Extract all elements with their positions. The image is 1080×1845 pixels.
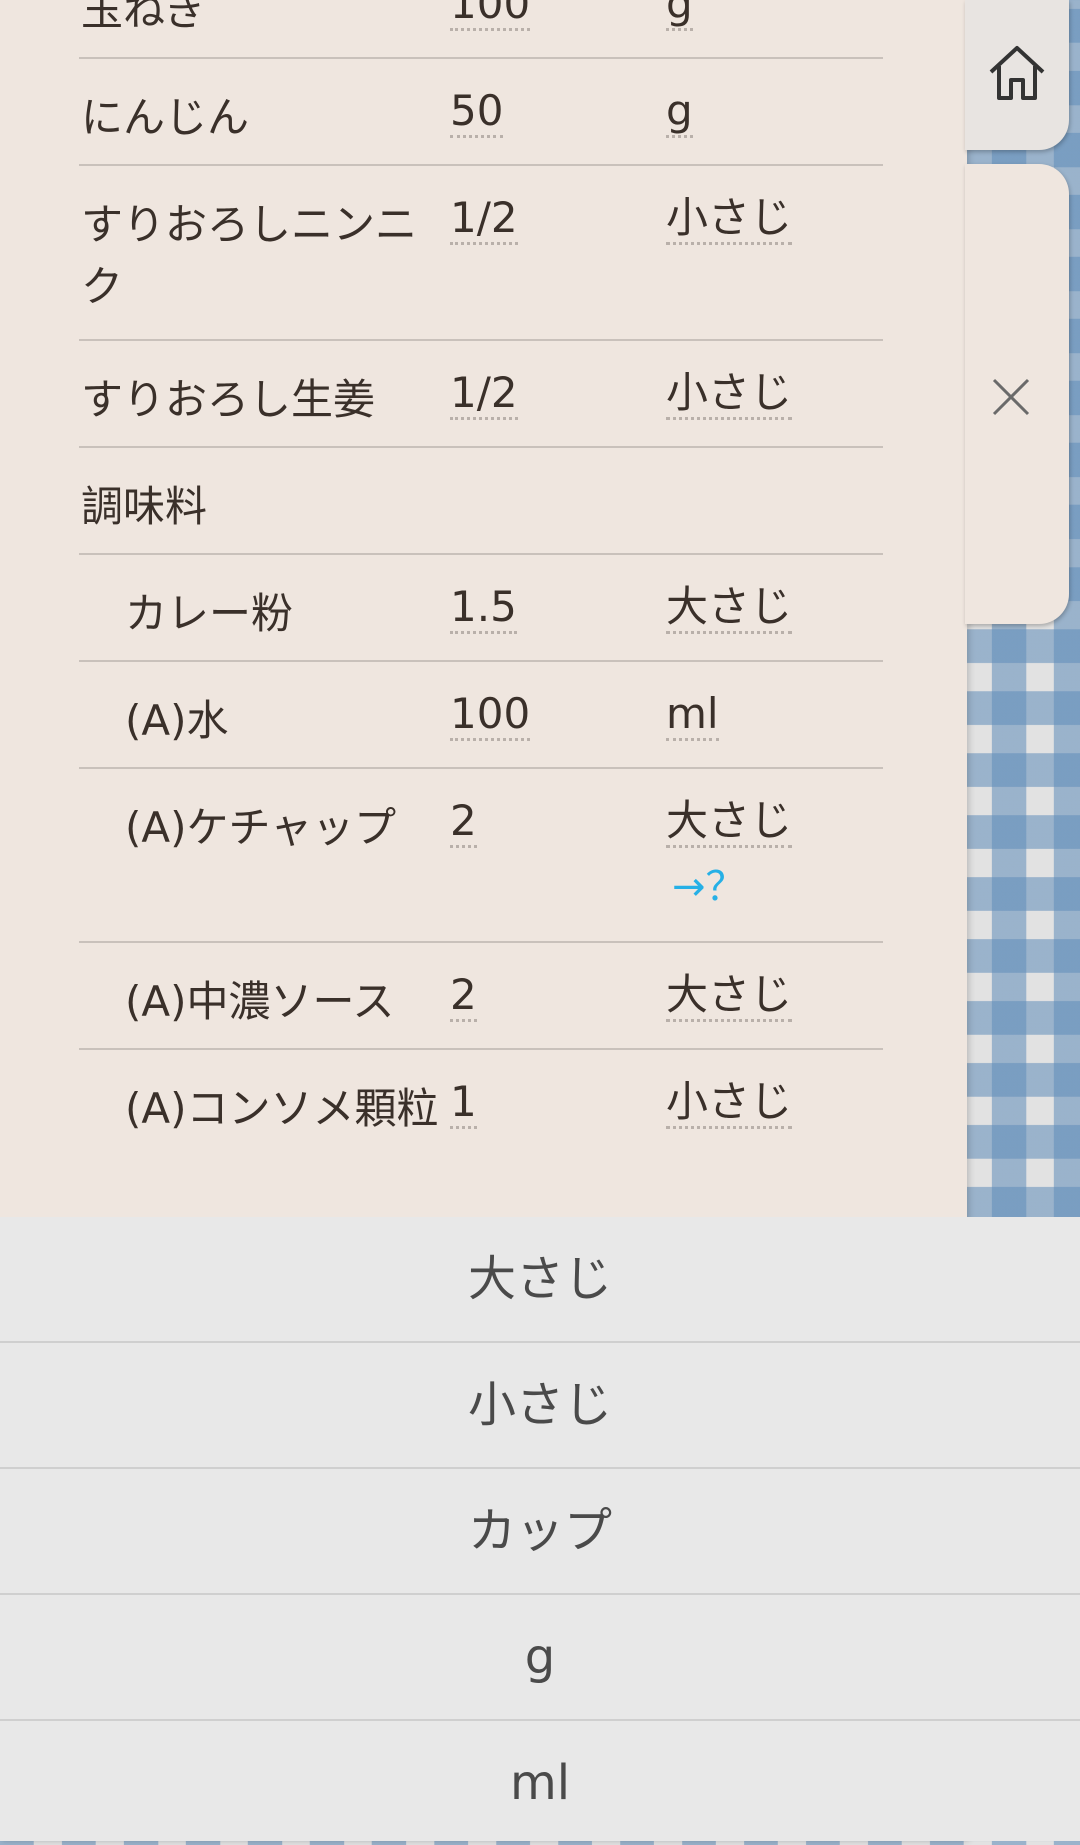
ingredient-amount[interactable]: 50 xyxy=(450,87,504,138)
ingredient-row: すりおろし生姜 1/2 小さじ xyxy=(79,341,883,448)
ingredient-unit[interactable]: 小さじ xyxy=(666,369,793,420)
ingredient-unit[interactable]: g xyxy=(666,87,693,138)
unit-option[interactable]: ml xyxy=(0,1721,1080,1845)
ingredient-unit[interactable]: 大さじ xyxy=(666,797,793,848)
ingredient-row: にんじん 50 g xyxy=(79,59,883,166)
ingredient-row: 調味料 xyxy=(79,448,883,555)
ingredient-name: (A)ケチャップ xyxy=(125,803,397,852)
unit-option[interactable]: 小さじ xyxy=(0,1343,1080,1469)
ingredient-amount[interactable]: 100 xyxy=(450,690,531,741)
ingredient-unit[interactable]: 大さじ xyxy=(666,583,793,634)
unit-option[interactable]: カップ xyxy=(0,1469,1080,1595)
ingredient-amount[interactable]: 2 xyxy=(450,971,477,1022)
unit-option[interactable]: g xyxy=(0,1595,1080,1721)
home-icon xyxy=(989,46,1045,100)
ingredient-amount[interactable]: 100 xyxy=(450,0,531,31)
ingredient-name: 玉ねぎ xyxy=(81,0,208,35)
unit-option[interactable]: 大さじ xyxy=(0,1217,1080,1343)
ingredient-row: (A)中濃ソース 2 大さじ xyxy=(79,943,883,1050)
ingredient-amount[interactable]: 1/2 xyxy=(450,194,518,245)
ingredient-name: カレー粉 xyxy=(125,589,294,638)
ingredient-name: (A)中濃ソース xyxy=(125,977,395,1026)
close-icon xyxy=(992,378,1030,416)
unit-picker: 大さじ 小さじ カップ g ml xyxy=(0,1217,1080,1841)
unit-convert-link[interactable]: →？ xyxy=(672,863,746,911)
ingredient-unit[interactable]: g xyxy=(666,0,693,31)
ingredient-unit[interactable]: ml xyxy=(666,690,719,741)
ingredient-unit[interactable]: 小さじ xyxy=(666,194,793,245)
close-tab[interactable] xyxy=(965,164,1069,624)
ingredient-row: (A)水 100 ml xyxy=(79,662,883,769)
ingredient-row: (A)コンソメ顆粒 1 小さじ xyxy=(79,1050,883,1224)
ingredient-name: (A)水 xyxy=(125,696,229,745)
home-tab[interactable] xyxy=(965,0,1069,150)
ingredient-amount[interactable]: 1 xyxy=(450,1078,477,1129)
ingredient-amount[interactable]: 1.5 xyxy=(450,583,517,634)
ingredient-row: (A)ケチャップ 2 大さじ →？ xyxy=(79,769,883,943)
ingredient-name: すりおろしニンニク xyxy=(81,200,418,311)
ingredient-table: 玉ねぎ 100 g にんじん 50 g すりおろしニンニク 1/2 小さじ すりおろし生姜 1/2 小… xyxy=(79,0,883,1224)
ingredient-name: すりおろし生姜 xyxy=(81,375,376,424)
ingredient-row: カレー粉 1.5 大さじ xyxy=(79,555,883,662)
ingredient-amount[interactable]: 1/2 xyxy=(450,369,518,420)
ingredient-unit[interactable]: 大さじ xyxy=(666,971,793,1022)
ingredient-row: 玉ねぎ 100 g xyxy=(79,0,883,59)
ingredient-row: すりおろしニンニク 1/2 小さじ xyxy=(79,166,883,341)
ingredient-amount[interactable]: 2 xyxy=(450,797,477,848)
ingredient-name: にんじん xyxy=(81,93,250,142)
ingredient-unit[interactable]: 小さじ xyxy=(666,1078,793,1129)
ingredient-name: (A)コンソメ顆粒 xyxy=(125,1084,439,1133)
ingredient-name: 調味料 xyxy=(81,482,208,531)
